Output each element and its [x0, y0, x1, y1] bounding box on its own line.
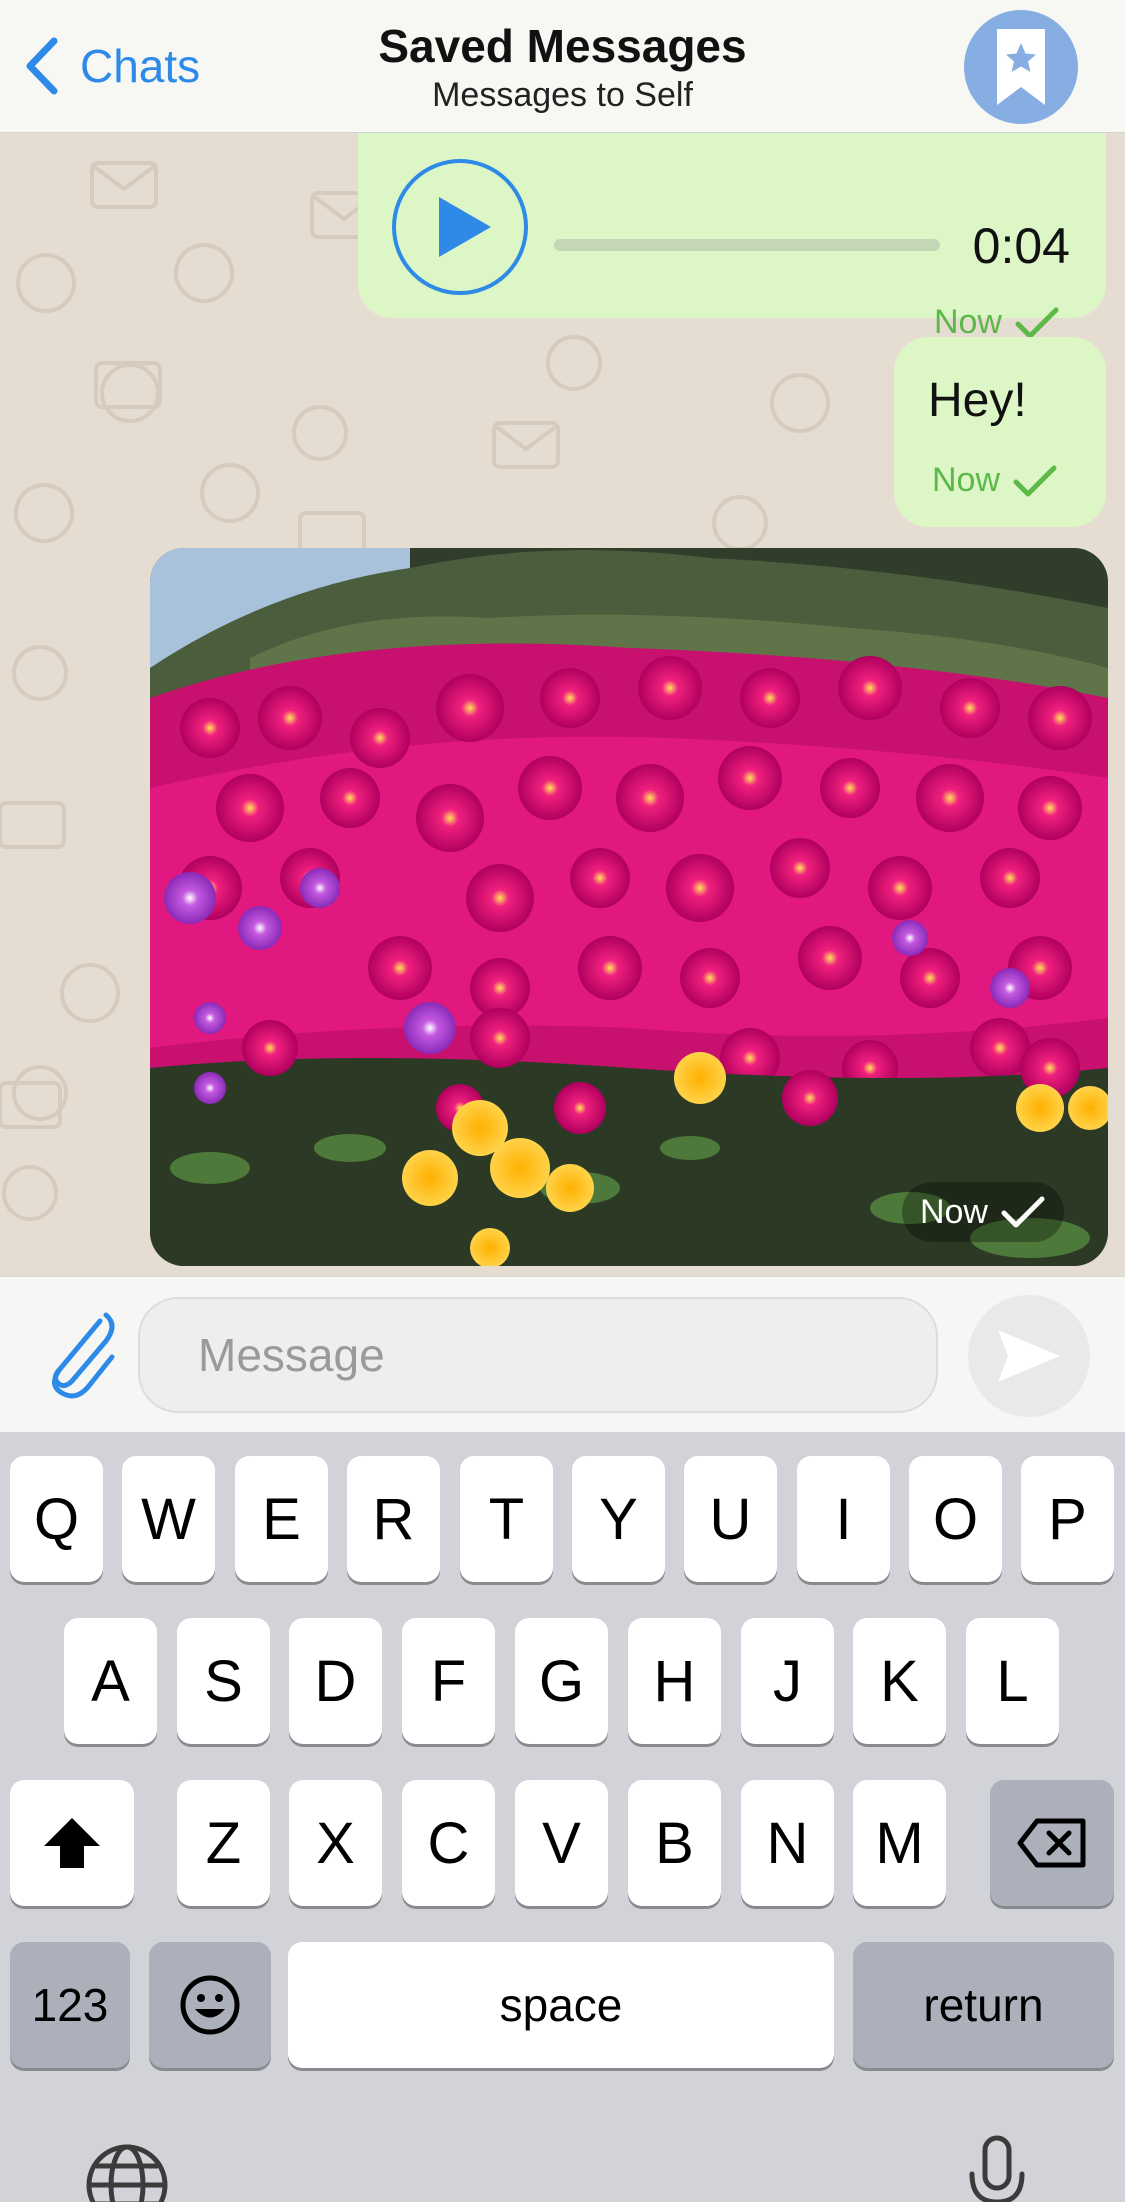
- message-input[interactable]: [140, 1299, 936, 1411]
- send-arrow-icon: [998, 1330, 1060, 1382]
- emoji-key[interactable]: [149, 1942, 271, 2068]
- key-a[interactable]: A: [64, 1618, 157, 1744]
- key-l[interactable]: L: [966, 1618, 1059, 1744]
- voice-waveform[interactable]: [554, 239, 940, 251]
- photo-message[interactable]: Now: [150, 548, 1108, 1266]
- message-input-container[interactable]: [138, 1297, 938, 1413]
- send-button[interactable]: [968, 1295, 1090, 1417]
- shift-key[interactable]: [10, 1780, 134, 1906]
- play-icon: [439, 197, 491, 257]
- key-p[interactable]: P: [1021, 1456, 1114, 1582]
- chat-title-block[interactable]: Saved Messages Messages to Self: [300, 18, 825, 116]
- key-v[interactable]: V: [515, 1780, 608, 1906]
- photo-meta: Now: [901, 1182, 1064, 1242]
- key-w[interactable]: W: [122, 1456, 215, 1582]
- key-n[interactable]: N: [741, 1780, 834, 1906]
- globe-icon[interactable]: [84, 2142, 170, 2202]
- read-check-icon: [1015, 307, 1059, 338]
- delete-icon: [1017, 1818, 1086, 1868]
- chevron-left-icon: [26, 37, 58, 95]
- key-j[interactable]: J: [741, 1618, 834, 1744]
- emoji-icon: [180, 1975, 240, 2035]
- key-k[interactable]: K: [853, 1618, 946, 1744]
- key-d[interactable]: D: [289, 1618, 382, 1744]
- key-x[interactable]: X: [289, 1780, 382, 1906]
- return-key[interactable]: return: [853, 1942, 1114, 2068]
- play-button[interactable]: [392, 159, 528, 295]
- message-time: Now: [932, 461, 1001, 499]
- key-q[interactable]: Q: [10, 1456, 103, 1582]
- bookmark-star-icon: [997, 29, 1045, 105]
- message-list[interactable]: 0:04 Now Hey! Now Now: [0, 133, 1125, 1276]
- page-title: Saved Messages: [378, 20, 747, 72]
- avatar[interactable]: [964, 10, 1078, 124]
- paperclip-icon[interactable]: [38, 1307, 120, 1403]
- text-message-bubble[interactable]: Hey! Now: [894, 337, 1106, 527]
- page-subtitle: Messages to Self: [432, 76, 693, 114]
- message-text: Hey!: [928, 374, 1027, 427]
- key-z[interactable]: Z: [177, 1780, 270, 1906]
- key-o[interactable]: O: [909, 1456, 1002, 1582]
- space-key[interactable]: space: [288, 1942, 834, 2068]
- key-u[interactable]: U: [684, 1456, 777, 1582]
- message-meta: Now: [932, 461, 1058, 500]
- key-e[interactable]: E: [235, 1456, 328, 1582]
- key-s[interactable]: S: [177, 1618, 270, 1744]
- key-m[interactable]: M: [853, 1780, 946, 1906]
- back-button[interactable]: Chats: [22, 30, 200, 102]
- shift-icon: [44, 1818, 100, 1868]
- key-h[interactable]: H: [628, 1618, 721, 1744]
- keyboard: Q W E R T Y U I O P A S D F G H J K L Z …: [0, 1432, 1125, 2202]
- key-c[interactable]: C: [402, 1780, 495, 1906]
- flower-photo: [150, 548, 1108, 1266]
- chat-header: Chats Saved Messages Messages to Self: [0, 0, 1125, 133]
- voice-message-bubble[interactable]: 0:04 Now: [358, 133, 1106, 341]
- key-f[interactable]: F: [402, 1618, 495, 1744]
- delete-key[interactable]: [990, 1780, 1114, 1906]
- back-label: Chats: [80, 40, 201, 92]
- key-b[interactable]: B: [628, 1780, 721, 1906]
- key-r[interactable]: R: [347, 1456, 440, 1582]
- key-y[interactable]: Y: [572, 1456, 665, 1582]
- message-time: Now: [919, 1192, 988, 1231]
- key-t[interactable]: T: [460, 1456, 553, 1582]
- voice-duration: 0:04: [972, 218, 1070, 274]
- read-check-icon: [1013, 465, 1057, 496]
- key-g[interactable]: G: [515, 1618, 608, 1744]
- key-i[interactable]: I: [797, 1456, 890, 1582]
- microphone-icon[interactable]: [966, 2134, 1028, 2202]
- composer-bar: [0, 1276, 1125, 1432]
- numbers-key[interactable]: 123: [10, 1942, 130, 2068]
- read-check-icon: [1001, 1196, 1045, 1228]
